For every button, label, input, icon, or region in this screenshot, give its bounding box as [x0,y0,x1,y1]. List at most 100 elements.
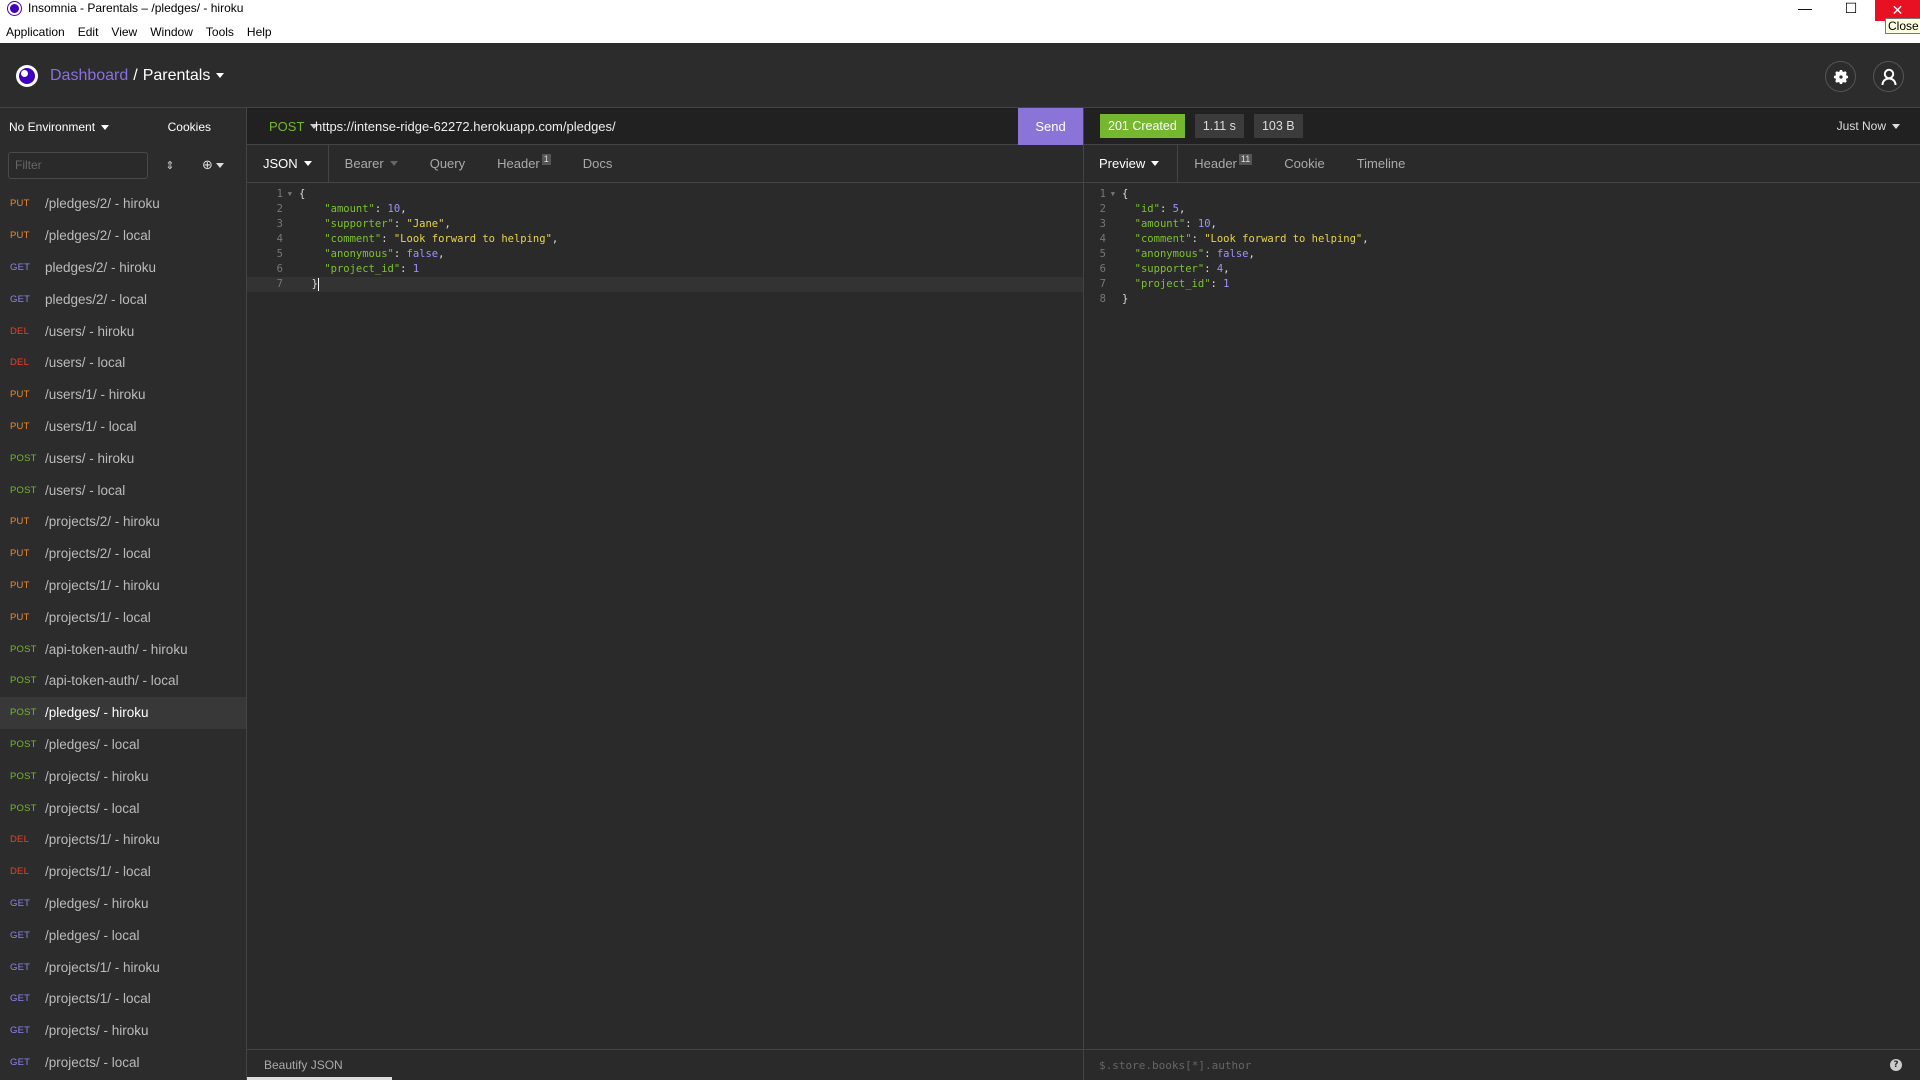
tab-header[interactable]: Header 11 [1178,145,1268,182]
tab-timeline[interactable]: Timeline [1341,145,1422,182]
menu-view[interactable]: View [111,25,137,39]
chevron-down-icon [215,162,224,168]
url-input[interactable] [315,118,1018,134]
sidebar-request-item[interactable]: GET/projects/1/ - local [0,983,246,1015]
sidebar-request-item[interactable]: POST/users/ - hiroku [0,442,246,474]
sidebar-request-item[interactable]: POST/projects/ - local [0,792,246,824]
request-name: /projects/ - local [45,800,140,816]
code-line: 7 } [247,277,1083,292]
sidebar-request-item[interactable]: POST/pledges/ - hiroku [0,696,246,729]
sidebar-request-item[interactable]: GET/projects/1/ - hiroku [0,951,246,983]
request-method-label: PUT [10,579,30,591]
filter-input[interactable] [8,151,148,179]
sidebar-request-item[interactable]: POST/users/ - local [0,474,246,506]
method-dropdown[interactable]: POST [247,119,319,134]
code-token: "amount" [324,203,375,215]
menu-help[interactable]: Help [247,25,272,39]
tab-query[interactable]: Query [414,145,481,182]
tab-cookie[interactable]: Cookie [1268,145,1340,182]
code-token: { [1122,188,1129,200]
sidebar-request-item[interactable]: GET pledges/2/ - local [0,283,246,315]
account-button[interactable] [1873,61,1904,92]
tab-preview[interactable]: Preview [1084,145,1179,182]
request-name: /users/1/ - hiroku [45,387,146,403]
send-button[interactable]: Send [1018,107,1083,145]
insomnia-logo-icon[interactable] [16,65,38,87]
code-token: "Look forward to helping" [1204,233,1363,245]
plus-circle-icon: ⊕ [202,157,213,172]
minimize-button[interactable]: — [1782,0,1828,16]
tab-docs[interactable]: Docs [567,145,629,182]
insomnia-app-icon [8,2,21,15]
window-titlebar: Insomnia - Parentals – /pledges/ - hirok… [0,0,1920,43]
sidebar-request-item[interactable]: POST/pledges/ - local [0,729,246,761]
code-line: 5 "anonymous": false, [247,247,1083,262]
sidebar-request-item[interactable]: GET/projects/ - hiroku [0,1015,246,1047]
line-number: 2 [1099,203,1106,215]
code-line: 4 "comment": "Look forward to helping", [1084,232,1920,247]
menu-edit[interactable]: Edit [78,25,99,39]
request-method-label: PUT [10,516,30,528]
sidebar-request-item[interactable]: GET pledges/2/ - hiroku [0,252,246,284]
beautify-json-button[interactable]: Beautify JSON [264,1058,343,1072]
response-filter-input[interactable] [1099,1058,1890,1072]
menu-application[interactable]: Application [6,25,65,39]
request-name: /projects/1/ - local [45,991,151,1007]
sidebar-request-item[interactable]: DEL/users/ - hiroku [0,315,246,347]
request-body-editor[interactable]: 1 ▼{2 "amount": 10, 3 "supporter": "Jane",… [247,183,1083,292]
fold-arrow-icon[interactable]: ▼ [288,187,292,202]
sidebar-request-item[interactable]: PUT/projects/2/ - hiroku [0,506,246,538]
request-method-label: PUT [10,548,30,560]
request-name: pledges/2/ - hiroku [45,259,157,275]
request-tabs: JSON Bearer Query Header 1 Docs [247,145,1083,183]
response-history-dropdown[interactable]: Just Now [1837,119,1900,133]
cookies-button[interactable]: Cookies [168,120,211,134]
sidebar-request-item[interactable]: GET/pledges/ - local [0,919,246,951]
tab-json[interactable]: JSON [247,145,329,182]
fold-arrow-icon[interactable]: ▼ [1111,187,1115,202]
code-token: "project_id" [1134,278,1211,290]
menu-window[interactable]: Window [150,25,193,39]
sidebar-request-item[interactable]: PUT/users/1/ - hiroku [0,379,246,411]
request-method-label: POST [10,802,37,814]
sidebar-request-item[interactable]: GET/pledges/ - hiroku [0,888,246,920]
sidebar-request-item[interactable]: PUT/projects/2/ - local [0,538,246,570]
settings-button[interactable] [1825,61,1856,92]
maximize-button[interactable]: ☐ [1828,0,1874,16]
request-method-label: DEL [10,325,30,337]
workspace-dropdown[interactable]: Parentals [143,66,225,86]
code-token: "amount" [1134,218,1186,230]
add-request-button[interactable]: ⊕ [202,157,224,173]
sidebar-request-item[interactable]: PUT/projects/1/ - local [0,601,246,633]
tab-count-badge: 1 [541,154,551,165]
sidebar-request-item[interactable]: POST/api-token-auth/ - hiroku [0,633,246,665]
request-name: /pledges/ - hiroku [45,705,149,721]
environment-dropdown[interactable]: No Environment [9,120,168,134]
sidebar-request-item[interactable]: POST/projects/ - hiroku [0,760,246,792]
sidebar-request-item[interactable]: DEL/users/ - local [0,347,246,379]
breadcrumb-dashboard[interactable]: Dashboard [50,66,128,86]
sidebar-request-item[interactable]: DEL/projects/1/ - hiroku [0,824,246,856]
sidebar-request-item[interactable]: POST/api-token-auth/ - local [0,665,246,697]
close-tooltip: Close [1885,18,1920,34]
sidebar-request-item[interactable]: GET/projects/ - local [0,1047,246,1079]
menu-tools[interactable]: Tools [206,25,234,39]
sidebar-request-item[interactable]: PUT/projects/1/ - hiroku [0,570,246,602]
sort-button[interactable]: ⇕ [163,159,177,172]
sidebar-request-item[interactable]: PUT/users/1/ - local [0,411,246,443]
tab-header[interactable]: Header 1 [481,145,567,182]
code-token: 1 [412,263,420,275]
request-method-label: POST [10,770,37,782]
sidebar-request-item[interactable]: PUT/pledges/2/ - local [0,220,246,252]
sidebar-request-item[interactable]: PUT/pledges/2/ - hiroku [0,188,246,220]
tab-label: Cookie [1284,156,1325,171]
code-token: : [1191,233,1205,245]
code-line: 5 "anonymous": false, [1084,247,1920,262]
code-token: , [1210,218,1217,230]
help-icon[interactable]: ? [1890,1059,1902,1071]
tab-bearer[interactable]: Bearer [329,145,414,182]
sidebar-request-item[interactable]: DEL/projects/1/ - local [0,856,246,888]
